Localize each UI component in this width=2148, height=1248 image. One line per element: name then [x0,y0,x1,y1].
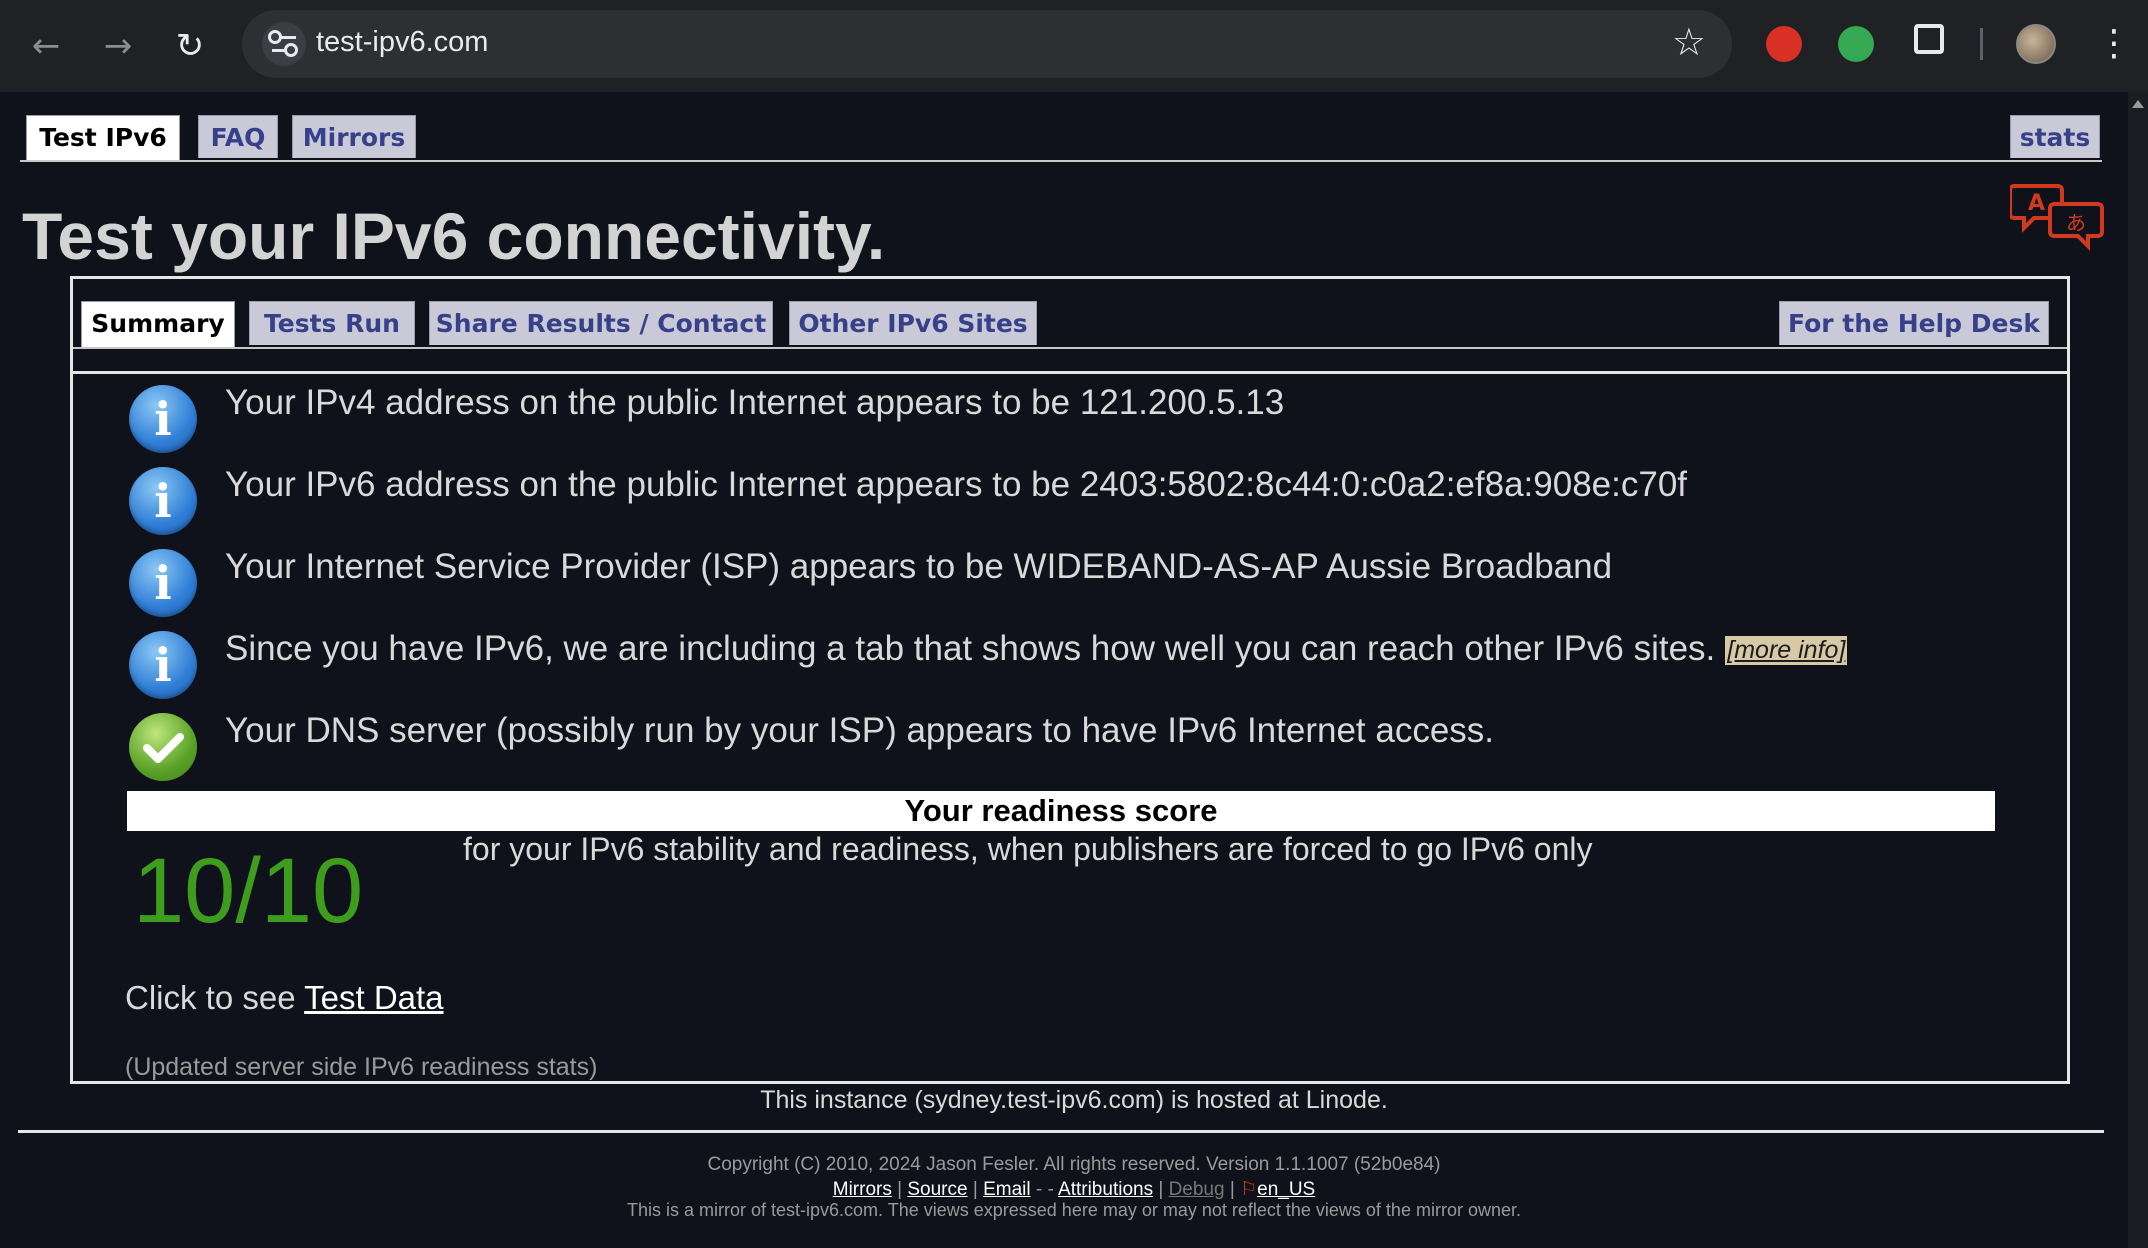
test-data-line: Click to see Test Data [125,979,444,1017]
test-data-prefix: Click to see [125,979,305,1016]
tab-tests-run[interactable]: Tests Run [249,301,415,345]
mirror-note: This is a mirror of test-ipv6.com. The v… [627,1200,1521,1220]
test-data-link[interactable]: Test Data [304,979,443,1016]
avatar[interactable] [2016,24,2056,64]
tab-faq[interactable]: FAQ [198,115,278,158]
info-icon: i [129,385,197,453]
readiness-heading: Your readiness score [127,791,1995,831]
puzzle-icon[interactable] [1914,24,1944,54]
arrow-left-icon[interactable]: ← [22,22,70,70]
updated-stats-link[interactable]: (Updated server side IPv6 readiness stat… [125,1053,597,1082]
result-text: Your DNS server (possibly run by your IS… [225,711,1495,750]
translate-icon[interactable]: A あ [2010,182,2106,252]
toolbar-divider [1980,28,1983,60]
page-title: Test your IPv6 connectivity. [22,199,886,273]
footer-link-debug[interactable]: Debug [1169,1179,1225,1200]
svg-text:A: A [2028,191,2045,216]
readiness-description: for your IPv6 stability and readiness, w… [463,831,1593,867]
url-text[interactable]: test-ipv6.com [316,26,488,59]
footer-link-email[interactable]: Email [983,1179,1031,1200]
footer-links: Mirrors | Source | Email - - Attribution… [832,1179,1316,1200]
info-icon: i [129,549,197,617]
info-icon: i [129,631,197,699]
result-text-wrap: Since you have IPv6, we are including a … [225,629,1848,669]
more-info-link[interactable]: [more info] [1725,636,1848,666]
result-text: Since you have IPv6, we are including a … [225,629,1716,668]
hosted-note: This instance (sydney.test-ipv6.com) is … [760,1086,1388,1114]
tab-mirrors[interactable]: Mirrors [292,115,416,158]
reload-icon[interactable]: ↻ [166,22,214,70]
copyright: Copyright (C) 2010, 2024 Jason Fesler. A… [707,1154,1441,1175]
footer-link-mirrors[interactable]: Mirrors [833,1179,892,1200]
arrow-right-icon[interactable]: → [94,22,142,70]
tab-help-desk[interactable]: For the Help Desk [1779,301,2049,345]
result-text: Your IPv4 address on the public Internet… [225,383,1285,422]
svg-text:あ: あ [2066,211,2086,235]
info-icon: i [129,467,197,535]
star-icon[interactable]: ☆ [1672,20,1706,64]
scroll-up-icon[interactable] [2132,100,2144,108]
tab-share-results[interactable]: Share Results / Contact [429,301,773,345]
tab-other-ipv6-sites[interactable]: Other IPv6 Sites [789,301,1037,345]
tab-summary[interactable]: Summary [81,301,235,347]
result-text: Your IPv6 address on the public Internet… [225,465,1688,504]
site-settings-icon[interactable] [262,22,306,66]
scrollbar[interactable] [2128,92,2148,1248]
language-flag-icon: ⚐ [1240,1179,1258,1200]
tab-stats[interactable]: stats [2010,115,2100,158]
address-bar[interactable]: test-ipv6.com ☆ [242,10,1732,78]
results-tab-bar: Summary Tests Run Share Results / Contac… [73,301,2067,349]
green-refresh-extension-icon[interactable] [1838,26,1874,62]
site-tab-bar: Test IPv6 FAQ Mirrors stats [20,115,2102,162]
check-icon [129,713,197,781]
tab-test-ipv6[interactable]: Test IPv6 [26,115,180,160]
browser-toolbar: ← → ↻ test-ipv6.com ☆ ⋮ [0,0,2148,92]
divider [73,371,2067,374]
red-hand-extension-icon[interactable] [1766,26,1802,62]
footer-divider [18,1130,2104,1133]
result-text: Your Internet Service Provider (ISP) app… [225,547,1613,586]
footer-link-locale[interactable]: en_US [1257,1179,1315,1200]
footer-link-attributions[interactable]: Attributions [1058,1179,1153,1200]
readiness-score: 10/10 [133,840,364,942]
results-panel: Summary Tests Run Share Results / Contac… [70,276,2070,1084]
kebab-icon[interactable]: ⋮ [2096,16,2132,72]
footer-link-source[interactable]: Source [907,1179,967,1200]
